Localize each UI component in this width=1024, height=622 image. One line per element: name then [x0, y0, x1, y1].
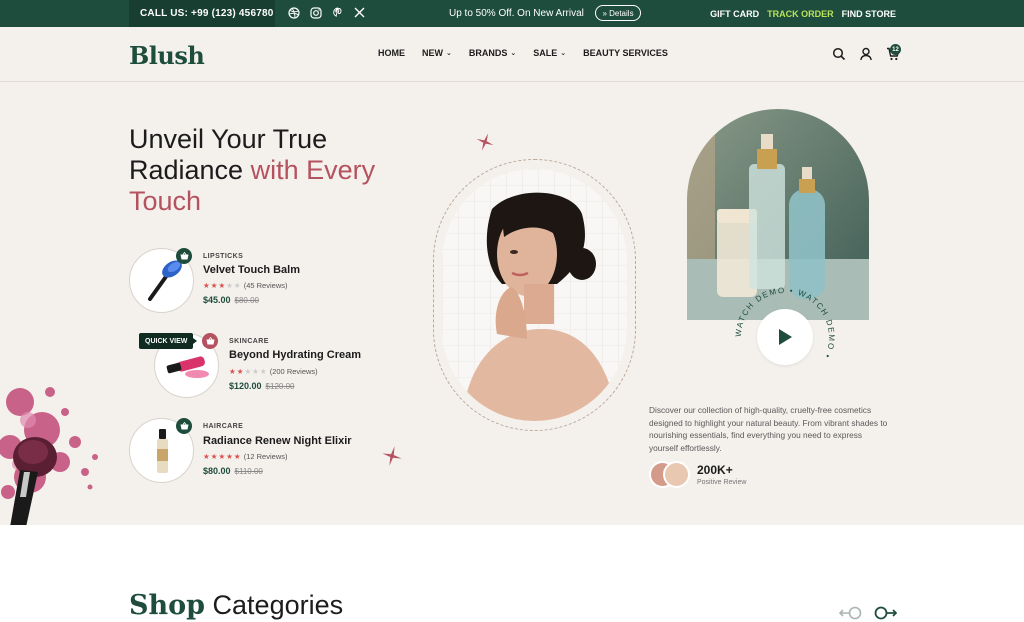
product-name[interactable]: Beyond Hydrating Cream [229, 349, 361, 361]
add-to-cart-button[interactable] [176, 418, 192, 434]
stat-value: 200K+ [697, 463, 733, 477]
review-count: (45 Reviews) [243, 281, 288, 290]
price: $120.00 [229, 381, 262, 391]
play-video-button[interactable] [757, 309, 813, 365]
main-header: Blush HOME NEW ⌄ BRANDS ⌄ SALE ⌄ BEAUTY SER… [0, 27, 1024, 82]
product-rating: ★★★★★ (45 Reviews) [203, 281, 287, 290]
promo-text: Up to 50% Off. On New Arrival [449, 8, 584, 19]
headline-line: Radiance with Every [129, 155, 419, 186]
nav-label: HOME [378, 48, 405, 58]
nav-item-beauty-services[interactable]: BEAUTY SERVICES [583, 48, 668, 58]
product-category: HAIRCARE [203, 423, 244, 430]
user-icon[interactable] [859, 47, 873, 61]
product-category: LIPSTICKS [203, 253, 244, 260]
site-logo[interactable]: Blush [129, 41, 205, 70]
price: $45.00 [203, 295, 231, 305]
nav-item-brands[interactable]: BRANDS ⌄ [469, 48, 516, 58]
chevron-down-icon: ⌄ [560, 50, 567, 57]
sparkle-icon [382, 446, 402, 466]
nav-label: SALE [533, 48, 558, 58]
title-bold: Shop [129, 590, 206, 621]
product-price: $120.00 $120.00 [229, 381, 294, 391]
hero-description: Discover our collection of high-quality,… [649, 405, 888, 453]
headline-line: Unveil Your True [129, 124, 328, 154]
call-us-text[interactable]: CALL US: +99 (123) 456780 [129, 0, 275, 27]
quick-view-tooltip[interactable]: QUICK VIEW [139, 333, 198, 349]
headline-text: Radiance [129, 155, 251, 185]
review-count: (200 Reviews) [269, 367, 318, 376]
nav-item-sale[interactable]: SALE ⌄ [533, 48, 566, 58]
title-rest: Categories [205, 590, 344, 620]
arrow-left-icon[interactable] [838, 606, 863, 622]
nav-item-new[interactable]: NEW ⌄ [422, 48, 452, 58]
reviewer-avatars [649, 461, 693, 489]
rating-stars: ★★★★★ [203, 452, 242, 461]
headline-accent-text: with Every [250, 155, 376, 185]
nav-label: BRANDS [468, 48, 508, 58]
play-icon [779, 329, 792, 345]
find-store-link[interactable]: FIND STORE [842, 9, 896, 19]
product-category: SKINCARE [229, 338, 269, 345]
hero-section: Unveil Your True Radiance with Every Tou… [0, 82, 1024, 525]
add-to-cart-button[interactable] [176, 248, 192, 264]
arrow-right-icon[interactable] [873, 606, 898, 622]
nav-label: NEW [422, 48, 443, 58]
product-price: $80.00 $110.00 [203, 466, 263, 476]
product-name[interactable]: Velvet Touch Balm [203, 264, 300, 276]
carousel-controls [838, 606, 898, 622]
add-to-cart-button[interactable] [202, 333, 218, 349]
instagram-icon[interactable] [309, 6, 322, 19]
rating-stars: ★★★★★ [229, 367, 268, 376]
sparkle-icon [476, 133, 494, 151]
avatar [663, 461, 690, 488]
headline-accent-text: Touch [129, 186, 202, 216]
chevron-down-icon: ⌄ [446, 50, 452, 57]
stat-label: Positive Review [697, 479, 747, 486]
search-icon[interactable] [832, 47, 846, 61]
gift-card-link[interactable]: GIFT CARD [710, 9, 759, 19]
nav-item-home[interactable]: HOME [378, 48, 405, 58]
old-price: $80.00 [234, 296, 259, 305]
review-count: (12 Reviews) [243, 452, 288, 461]
old-price: $120.00 [265, 382, 295, 391]
makeup-brush-image [0, 387, 98, 525]
main-nav: HOME NEW ⌄ BRANDS ⌄ SALE ⌄ BEAUTY SERVICES [378, 48, 668, 58]
top-links: GIFT CARD TRACK ORDER FIND STORE [710, 0, 896, 27]
top-bar: CALL US: +99 (123) 456780 Up to 50% Off.… [0, 0, 1024, 27]
social-links [287, 6, 366, 19]
product-price: $45.00 $80.00 [203, 295, 259, 305]
dribbble-icon[interactable] [287, 6, 300, 19]
x-icon[interactable] [353, 6, 366, 19]
price: $80.00 [203, 466, 231, 476]
details-button[interactable]: » Details [595, 5, 641, 21]
chevron-down-icon: ⌄ [510, 50, 517, 57]
nav-label: BEAUTY SERVICES [583, 48, 668, 58]
old-price: $110.00 [234, 467, 263, 476]
shop-categories-title: Shop Categories [129, 590, 343, 621]
product-rating: ★★★★★ (200 Reviews) [229, 367, 318, 376]
rating-stars: ★★★★★ [203, 281, 242, 290]
product-rating: ★★★★★ (12 Reviews) [203, 452, 287, 461]
hero-headline: Unveil Your True Radiance with Every Tou… [129, 124, 419, 217]
pinterest-icon[interactable] [331, 6, 344, 19]
cart-count-badge: 12 [890, 44, 901, 55]
track-order-link[interactable]: TRACK ORDER [767, 9, 834, 19]
product-name[interactable]: Radiance Renew Night Elixir [203, 435, 352, 447]
model-portrait-image [442, 169, 627, 421]
